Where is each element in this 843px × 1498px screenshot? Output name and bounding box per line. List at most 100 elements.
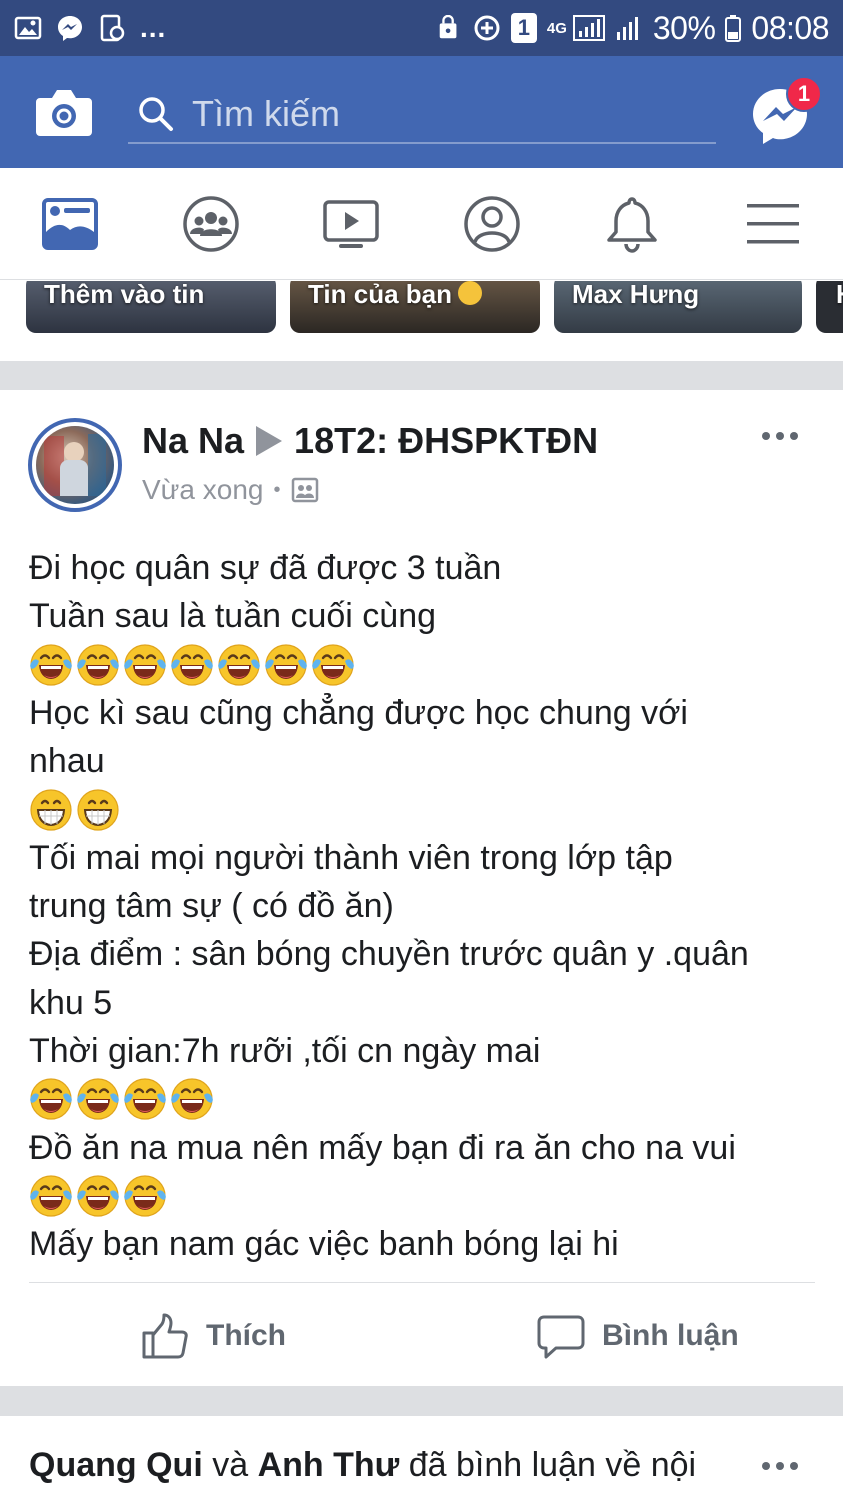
app-header: 1 [0, 56, 843, 168]
activity-rest: đã bình luận về nội [399, 1446, 697, 1484]
tab-profile[interactable] [422, 168, 563, 279]
data-saver-icon [473, 14, 501, 42]
meta-dot: • [273, 478, 281, 501]
avatar-image [36, 426, 114, 504]
group-name[interactable]: 18T2: ĐHSPKTĐN [294, 420, 598, 462]
status-bar: ... 1 4G 30% 08:08 [0, 0, 843, 56]
post-line: khu 5 [29, 983, 113, 1022]
author-name[interactable]: Na Na [142, 420, 244, 462]
tears-of-joy-icon [77, 644, 119, 686]
commenter-name[interactable]: Anh Thư [258, 1446, 400, 1484]
tears-of-joy-icon [218, 644, 260, 686]
search-bar[interactable] [128, 86, 716, 144]
comment-label: Bình luận [602, 1319, 739, 1352]
post-line: Tuần sau là tuần cuối cùng [29, 597, 437, 636]
secure-folder-icon [435, 14, 463, 42]
post-line: Địa điểm : sân bóng chuyền trước quân y … [29, 935, 749, 974]
signal-icon-2 [615, 14, 643, 42]
search-icon [139, 97, 173, 131]
like-label: Thích [206, 1319, 286, 1352]
menu-icon [746, 203, 799, 243]
tab-bar [0, 168, 843, 280]
tab-news-feed[interactable] [0, 168, 141, 279]
emoji-row [29, 1172, 819, 1220]
story-add[interactable]: Thêm vào tin [26, 281, 276, 333]
tears-of-joy-icon [77, 1078, 119, 1121]
tears-of-joy-icon [77, 1175, 119, 1217]
story-yours[interactable]: Tin của bạn [290, 281, 540, 333]
messenger-badge: 1 [786, 76, 822, 112]
profile-icon [464, 195, 520, 252]
post-line: Đồ ăn na mua nên mấy bạn đi ra ăn cho na… [29, 1128, 736, 1167]
tears-of-joy-icon [312, 644, 354, 686]
comment-button[interactable]: Bình luận [536, 1306, 739, 1366]
post-line: nhau [29, 742, 105, 781]
sim-icon: 1 [510, 13, 537, 43]
stories-row: Thêm vào tin Tin của bạn Max Hưng H [0, 281, 843, 361]
screenshot-icon [98, 14, 126, 42]
grinning-face-icon [77, 789, 119, 831]
search-input[interactable] [192, 93, 692, 135]
post-line: Thời gian:7h rưỡi ,tối cn ngày mai [29, 1031, 541, 1070]
story-next[interactable]: H [816, 281, 843, 333]
tears-of-joy-icon [30, 644, 72, 686]
story-label-partial: H [836, 281, 843, 310]
post-line: Đi học quân sự đã được 3 tuần [29, 549, 502, 587]
camera-icon[interactable] [34, 84, 94, 140]
more-notifications: ... [140, 12, 167, 43]
battery-percent: 30% [652, 9, 716, 46]
notifications-icon [607, 196, 657, 253]
story-max-hung[interactable]: Max Hưng [554, 281, 802, 333]
post-options-icon[interactable] [758, 424, 802, 448]
groups-icon [183, 195, 239, 252]
connector-text: và [202, 1446, 258, 1484]
post-time[interactable]: Vừa xong [142, 474, 264, 506]
post-text: Đi học quân sự đã được 3 tuần Tuần sau l… [29, 544, 819, 1268]
emoji-row [29, 641, 819, 689]
battery-icon [725, 14, 742, 42]
emoji-row [29, 785, 819, 833]
post-header: Na Na 18T2: ĐHSPKTĐN [142, 420, 598, 462]
tears-of-joy-icon [30, 1078, 72, 1121]
feed-divider [0, 1386, 843, 1416]
like-button[interactable]: Thích [140, 1306, 286, 1366]
watch-icon [323, 199, 379, 248]
tab-menu[interactable] [703, 168, 843, 279]
comment-icon [537, 1315, 585, 1359]
group-audience-icon [291, 477, 318, 503]
post-line: Tối mai mọi người thành viên trong lớp t… [29, 838, 673, 877]
signal-icon-1 [572, 14, 605, 42]
post-options-icon[interactable] [758, 1456, 802, 1476]
next-feed-post: Quang Qui và Anh Thư đã bình luận về nội [0, 1416, 843, 1498]
grinning-face-icon [30, 789, 72, 831]
tears-of-joy-icon [124, 1078, 166, 1121]
tears-of-joy-icon [171, 1078, 213, 1121]
post-line: Học kì sau cũng chẳng được học chung với [29, 693, 688, 732]
network-type: 4G [546, 19, 567, 37]
crying-emoji-icon [458, 281, 482, 305]
arrow-right-icon [256, 426, 283, 456]
post-line: Mấy bạn nam gác việc banh bóng lại hi [29, 1225, 619, 1264]
post-line: trung tâm sự ( có đồ ăn) [29, 887, 394, 926]
feed-divider [0, 361, 843, 390]
commenter-name[interactable]: Quang Qui [29, 1446, 203, 1484]
activity-text: Quang Qui và Anh Thư đã bình luận về nội [29, 1446, 696, 1485]
tears-of-joy-icon [124, 644, 166, 686]
gallery-icon [14, 14, 42, 42]
messenger-notification-icon [56, 14, 84, 42]
tears-of-joy-icon [124, 1175, 166, 1217]
tab-watch[interactable] [281, 168, 422, 279]
tears-of-joy-icon [265, 644, 307, 686]
tab-notifications[interactable] [562, 168, 703, 279]
story-label: Thêm vào tin [44, 281, 205, 309]
sim-label: 1 [517, 15, 530, 40]
post-meta: Vừa xong • [142, 474, 319, 506]
tears-of-joy-icon [30, 1175, 72, 1217]
clock: 08:08 [751, 9, 829, 46]
tab-groups[interactable] [141, 168, 282, 279]
tears-of-joy-icon [171, 644, 213, 686]
post-separator [29, 1282, 815, 1283]
news-feed-icon [42, 197, 99, 250]
avatar[interactable] [28, 418, 122, 512]
story-label: Tin của bạn [308, 281, 452, 309]
